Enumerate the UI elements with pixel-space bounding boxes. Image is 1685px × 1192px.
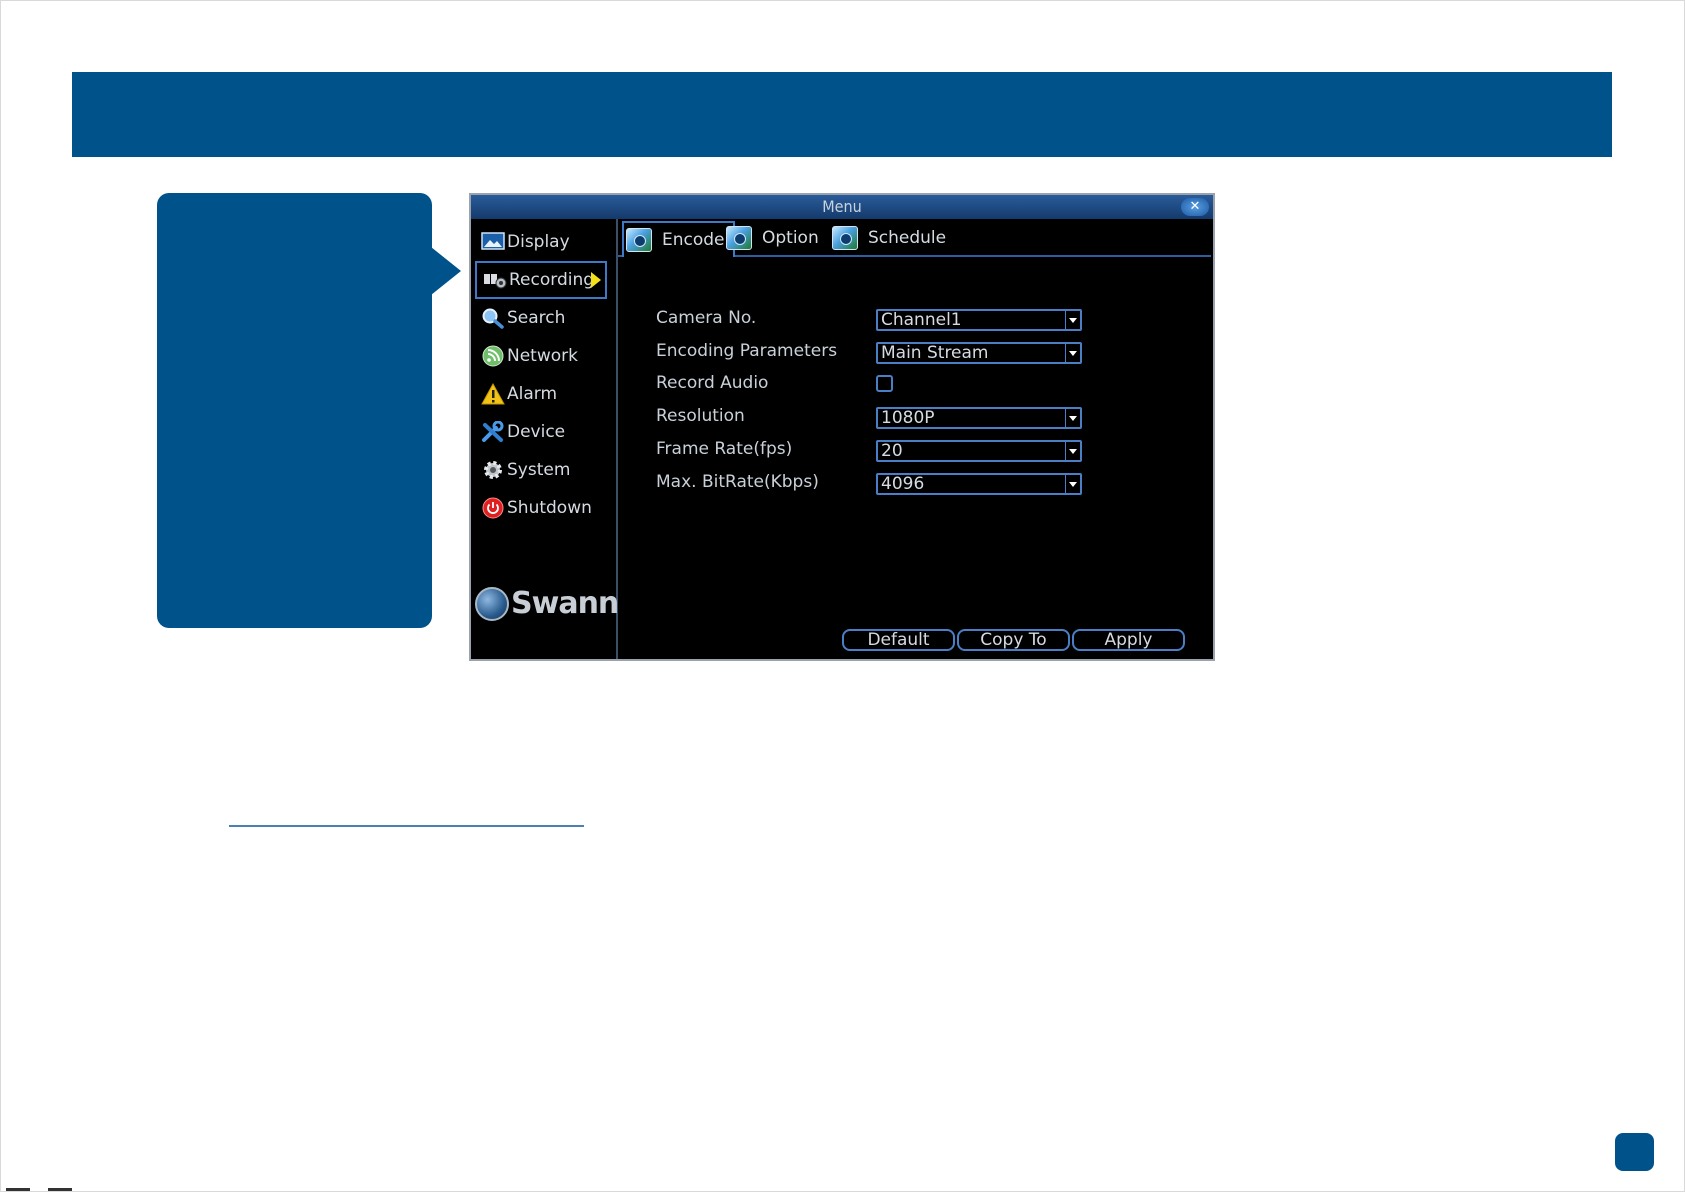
camera-no-label: Camera No.	[656, 308, 757, 328]
apply-button[interactable]: Apply	[1072, 629, 1185, 651]
chevron-down-icon	[1065, 475, 1080, 493]
sidebar-item-label: Device	[507, 422, 566, 442]
header-band	[72, 72, 1612, 157]
bottom-mark	[6, 1188, 30, 1191]
device-icon	[481, 421, 505, 443]
resolution-label: Resolution	[656, 406, 745, 426]
sidebar-item-label: Shutdown	[507, 498, 592, 518]
tab-label: Option	[762, 228, 819, 248]
encoding-parameters-select[interactable]: Main Stream	[876, 342, 1082, 364]
chevron-down-icon	[1065, 442, 1080, 460]
dvr-menu-window: Menu ✕ Display Recording Search Network …	[469, 193, 1215, 661]
callout-box	[157, 193, 432, 628]
max-bitrate-label: Max. BitRate(Kbps)	[656, 472, 819, 492]
close-button[interactable]: ✕	[1181, 198, 1209, 216]
chevron-down-icon	[1065, 311, 1080, 329]
frame-rate-select[interactable]: 20	[876, 440, 1082, 462]
sidebar-item-label: System	[507, 460, 571, 480]
window-titlebar: Menu ✕	[471, 195, 1213, 219]
encoding-parameters-value: Main Stream	[881, 343, 989, 363]
resolution-value: 1080P	[881, 408, 935, 428]
encoding-parameters-label: Encoding Parameters	[656, 341, 838, 361]
frame-rate-label: Frame Rate(fps)	[656, 439, 793, 459]
close-icon: ✕	[1189, 199, 1201, 214]
camera-icon	[726, 226, 752, 250]
active-indicator-arrow	[591, 272, 601, 288]
sidebar-item-label: Alarm	[507, 384, 558, 404]
encode-panel: Encode Option Schedule Camera No. Channe…	[618, 219, 1213, 659]
recording-icon	[483, 269, 507, 291]
sidebar-item-network[interactable]: Network	[475, 337, 607, 375]
sidebar: Display Recording Search Network Alarm D…	[471, 219, 619, 659]
resolution-select[interactable]: 1080P	[876, 407, 1082, 429]
underline-rule	[229, 825, 584, 827]
sidebar-item-label: Search	[507, 308, 566, 328]
sidebar-item-search[interactable]: Search	[475, 299, 607, 337]
sidebar-item-label: Display	[507, 232, 570, 252]
sidebar-item-label: Network	[507, 346, 578, 366]
chevron-down-icon	[1065, 409, 1080, 427]
tab-encode[interactable]: Encode	[622, 221, 735, 257]
search-icon	[481, 307, 505, 329]
chevron-down-icon	[1065, 344, 1080, 362]
window-title: Menu	[822, 197, 862, 216]
swann-logo-text: Swann	[511, 586, 619, 621]
swann-logo-mark	[475, 586, 509, 621]
sidebar-item-display[interactable]: Display	[475, 223, 607, 261]
tab-label: Encode	[662, 230, 725, 250]
max-bitrate-value: 4096	[881, 474, 925, 494]
system-icon	[481, 459, 505, 481]
bottom-mark	[48, 1188, 72, 1191]
frame-rate-value: 20	[881, 441, 903, 461]
sidebar-item-system[interactable]: System	[475, 451, 607, 489]
camera-icon	[626, 228, 652, 252]
record-audio-checkbox[interactable]	[876, 375, 893, 392]
sidebar-item-label: Recording	[509, 270, 595, 290]
copy-to-button[interactable]: Copy To	[957, 629, 1070, 651]
page-number-badge	[1615, 1133, 1654, 1171]
sidebar-item-device[interactable]: Device	[475, 413, 607, 451]
camera-no-select[interactable]: Channel1	[876, 309, 1082, 331]
network-icon	[481, 345, 505, 367]
tab-schedule[interactable]: Schedule	[832, 221, 946, 255]
tab-bar: Encode Option Schedule	[618, 219, 1211, 257]
tab-option[interactable]: Option	[726, 221, 819, 255]
sidebar-item-shutdown[interactable]: Shutdown	[475, 489, 607, 527]
shutdown-icon	[481, 497, 505, 519]
sidebar-item-recording[interactable]: Recording	[475, 261, 607, 299]
sidebar-item-alarm[interactable]: Alarm	[475, 375, 607, 413]
camera-icon	[832, 226, 858, 250]
record-audio-label: Record Audio	[656, 373, 769, 393]
default-button[interactable]: Default	[842, 629, 955, 651]
tab-label: Schedule	[868, 228, 947, 248]
swann-logo: Swann	[475, 586, 619, 621]
camera-no-value: Channel1	[881, 310, 962, 330]
display-icon	[481, 231, 505, 253]
max-bitrate-select[interactable]: 4096	[876, 473, 1082, 495]
alarm-icon	[481, 383, 505, 405]
callout-arrow	[431, 247, 461, 295]
